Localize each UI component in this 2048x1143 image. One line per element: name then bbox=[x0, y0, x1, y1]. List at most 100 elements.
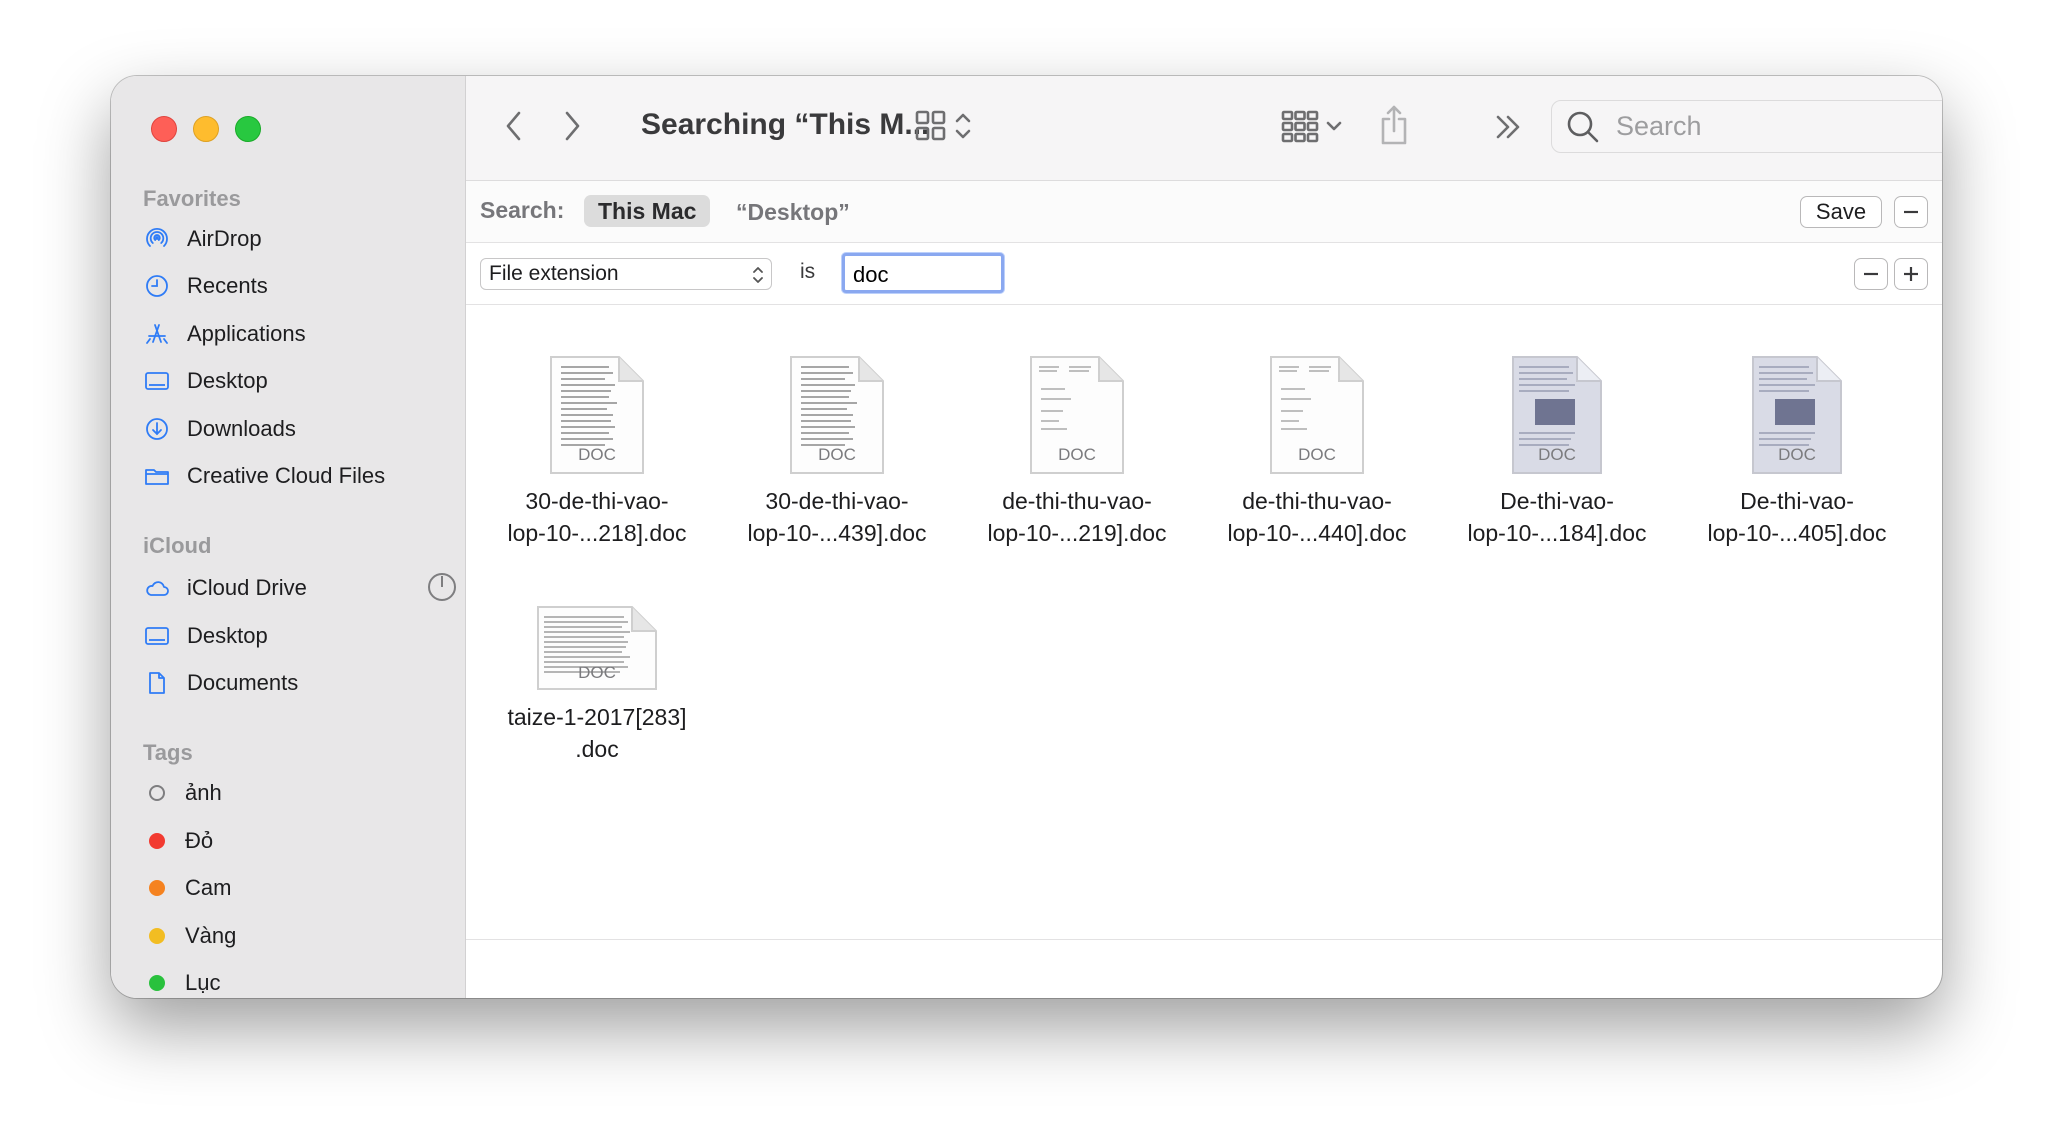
sidebar-item-recents[interactable]: Recents bbox=[143, 266, 453, 306]
file-type-badge: DOC bbox=[1058, 445, 1096, 464]
sidebar-item-label: Desktop bbox=[187, 368, 268, 393]
file-item[interactable]: DOC taize-1-2017[283] .doc bbox=[487, 605, 707, 765]
file-name: de-thi-thu-vao- lop-10-...440].doc bbox=[1207, 485, 1427, 549]
sidebar-item-label: Lục bbox=[185, 970, 221, 995]
file-name-line2: lop-10-...184].doc bbox=[1467, 520, 1647, 546]
sidebar-item-label: iCloud Drive bbox=[187, 575, 307, 600]
file-item[interactable]: DOC De-thi-vao- lop-10-...184].doc bbox=[1447, 355, 1667, 549]
sidebar-item-airdrop[interactable]: AirDrop bbox=[143, 219, 453, 259]
doc-file-icon: DOC bbox=[549, 355, 645, 475]
sidebar-item-downloads[interactable]: Downloads bbox=[143, 409, 453, 449]
sidebar-tag-luc[interactable]: Lục bbox=[143, 963, 453, 998]
file-name-line2: lop-10-...439].doc bbox=[747, 520, 927, 546]
tag-green-icon bbox=[149, 975, 165, 991]
group-by-button[interactable] bbox=[1274, 104, 1350, 148]
sidebar-item-documents[interactable]: Documents bbox=[143, 663, 453, 703]
minimize-button[interactable] bbox=[193, 116, 219, 142]
doc-file-icon: DOC bbox=[1751, 355, 1843, 475]
operator-label: is bbox=[800, 260, 816, 283]
sidebar-tag-anh[interactable]: ảnh bbox=[143, 773, 453, 813]
attribute-popup[interactable]: File extension bbox=[480, 258, 772, 290]
zoom-button[interactable] bbox=[235, 116, 261, 142]
file-item[interactable]: DOC de-thi-thu-vao- lop-10-...440].doc bbox=[1207, 355, 1427, 549]
double-chevron-right-icon bbox=[1496, 115, 1520, 139]
doc-file-icon: DOC bbox=[536, 605, 658, 691]
scope-label: Search: bbox=[480, 197, 565, 223]
file-type-badge: DOC bbox=[818, 445, 856, 464]
sidebar-item-label: Documents bbox=[187, 670, 299, 695]
close-button[interactable] bbox=[151, 116, 177, 142]
minus-icon bbox=[1864, 272, 1878, 276]
sidebar-item-desktop[interactable]: Desktop bbox=[143, 361, 453, 401]
remove-scope-button[interactable] bbox=[1894, 196, 1928, 228]
view-mode-button[interactable] bbox=[906, 104, 982, 148]
search-input[interactable] bbox=[1614, 110, 1942, 143]
file-item[interactable]: DOC 30-de-thi-vao- lop-10-...218].doc bbox=[487, 355, 707, 549]
airdrop-icon bbox=[143, 225, 171, 253]
file-name-line1: de-thi-thu-vao- bbox=[1002, 488, 1152, 514]
file-name-line2: lop-10-...440].doc bbox=[1227, 520, 1407, 546]
chevron-updown-icon bbox=[955, 113, 971, 139]
sidebar-item-label: AirDrop bbox=[187, 226, 262, 251]
sidebar-tag-do[interactable]: Đỏ bbox=[143, 821, 453, 861]
file-name-line2: .doc bbox=[575, 736, 619, 762]
file-name: De-thi-vao- lop-10-...184].doc bbox=[1447, 485, 1667, 549]
search-icon bbox=[1567, 111, 1599, 142]
sidebar-tag-cam[interactable]: Cam bbox=[143, 868, 453, 908]
remove-criteria-button[interactable] bbox=[1854, 258, 1888, 290]
file-item[interactable]: DOC De-thi-vao- lop-10-...405].doc bbox=[1687, 355, 1907, 549]
tag-outline-icon bbox=[149, 785, 165, 801]
save-search-button[interactable]: Save bbox=[1800, 196, 1882, 228]
share-button[interactable] bbox=[1372, 100, 1416, 150]
attribute-popup-value: File extension bbox=[489, 262, 619, 285]
chevron-updown-icon bbox=[753, 267, 763, 283]
desktop-icon bbox=[143, 622, 171, 650]
add-criteria-button[interactable] bbox=[1894, 258, 1928, 290]
back-button[interactable] bbox=[496, 106, 532, 146]
file-type-badge: DOC bbox=[578, 663, 616, 682]
chevron-down-icon bbox=[1326, 121, 1342, 131]
sidebar-item-icloud-desktop[interactable]: Desktop bbox=[143, 616, 453, 656]
sidebar-item-creative-cloud-files[interactable]: Creative Cloud Files bbox=[143, 456, 453, 496]
file-name-line2: lop-10-...219].doc bbox=[987, 520, 1167, 546]
file-item[interactable]: DOC 30-de-thi-vao- lop-10-...439].doc bbox=[727, 355, 947, 549]
scope-desktop-button[interactable]: “Desktop” bbox=[736, 199, 850, 226]
cloud-icon bbox=[143, 574, 171, 602]
sidebar-item-icloud-drive[interactable]: iCloud Drive bbox=[143, 568, 456, 608]
search-field[interactable] bbox=[1551, 100, 1942, 153]
icloud-header: iCloud bbox=[143, 533, 212, 558]
sidebar-item-label: Cam bbox=[185, 875, 232, 900]
file-type-badge: DOC bbox=[1298, 445, 1336, 464]
file-type-badge: DOC bbox=[1538, 445, 1576, 464]
tag-yellow-icon bbox=[149, 928, 165, 944]
file-name: taize-1-2017[283] .doc bbox=[487, 701, 707, 765]
file-name-line1: De-thi-vao- bbox=[1500, 488, 1614, 514]
criteria-value-field[interactable] bbox=[842, 253, 1004, 293]
doc-file-icon: DOC bbox=[789, 355, 885, 475]
scope-this-mac-button[interactable]: This Mac bbox=[584, 195, 711, 227]
file-type-badge: DOC bbox=[578, 445, 616, 464]
sidebar-item-label: Desktop bbox=[187, 623, 268, 648]
sidebar-item-applications[interactable]: Applications bbox=[143, 314, 453, 354]
criteria-value-input[interactable] bbox=[845, 256, 1001, 290]
forward-button[interactable] bbox=[554, 106, 590, 146]
sidebar-item-label: Creative Cloud Files bbox=[187, 463, 386, 488]
document-icon bbox=[143, 669, 171, 697]
more-toolbar-button[interactable] bbox=[1486, 106, 1530, 148]
sidebar-tag-vang[interactable]: Vàng bbox=[143, 916, 453, 956]
plus-icon bbox=[1904, 267, 1918, 281]
minus-icon bbox=[1904, 210, 1918, 214]
file-name-line1: 30-de-thi-vao- bbox=[765, 488, 909, 514]
sidebar-item-label: Vàng bbox=[185, 923, 237, 948]
download-icon bbox=[143, 415, 171, 443]
file-name-line1: taize-1-2017[283] bbox=[507, 704, 687, 730]
file-name-line1: De-thi-vao- bbox=[1740, 488, 1854, 514]
doc-file-icon: DOC bbox=[1511, 355, 1603, 475]
share-icon bbox=[1381, 105, 1407, 145]
folder-icon bbox=[143, 462, 171, 490]
icon-view-grid-icon bbox=[915, 110, 946, 141]
toolbar: Searching “This M... bbox=[466, 76, 1942, 181]
file-name: 30-de-thi-vao- lop-10-...218].doc bbox=[487, 485, 707, 549]
file-type-badge: DOC bbox=[1778, 445, 1816, 464]
file-item[interactable]: DOC de-thi-thu-vao- lop-10-...219].doc bbox=[967, 355, 1187, 549]
